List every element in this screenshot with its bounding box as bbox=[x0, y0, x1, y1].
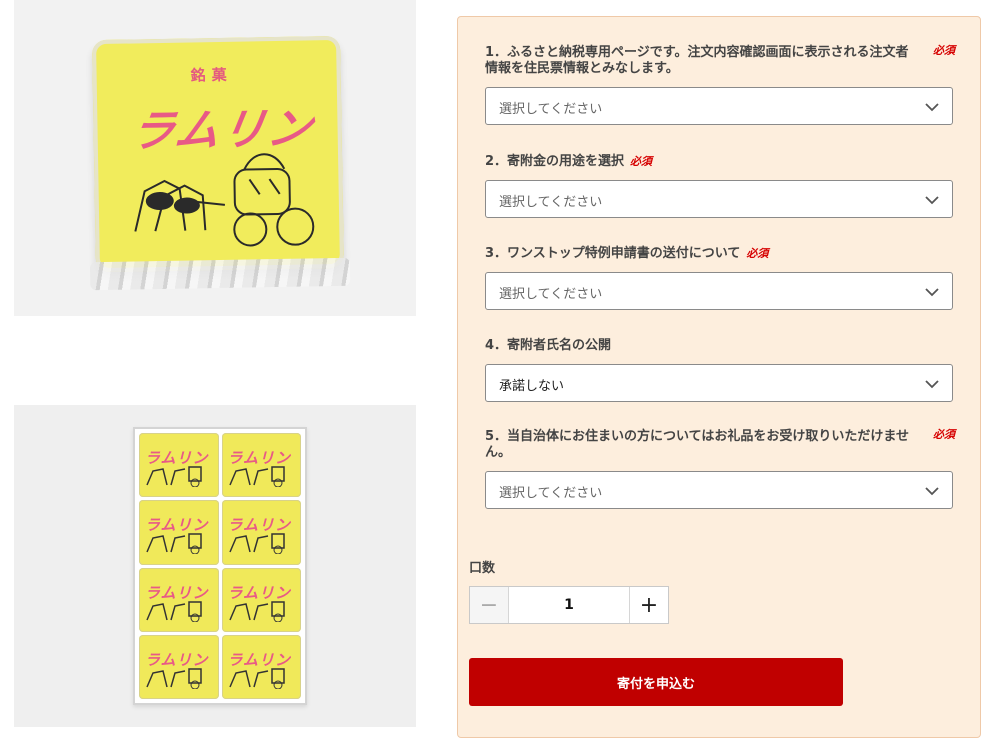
donation-form-panel: 1．ふるさと納税専用ページです。注文内容確認画面に表示される注文者情報を住民票情… bbox=[457, 16, 981, 738]
minus-icon: − bbox=[479, 592, 499, 618]
question-2-text: 2．寄附金の用途を選択 bbox=[485, 154, 625, 169]
question-3-value: 選択してください bbox=[499, 287, 603, 302]
question-4-select[interactable]: 承諾しない bbox=[485, 364, 953, 402]
mini-carriage-icon bbox=[146, 668, 202, 689]
question-5-text: 5．当自治体にお住まいの方についてはお礼品をお受け取りいただけません。 bbox=[485, 429, 910, 460]
gift-box-grid: ラムリン ラムリン ラムリン ラムリン ラムリン ラムリン ラムリン ラムリン bbox=[139, 433, 301, 699]
question-5-value: 選択してください bbox=[499, 486, 603, 501]
mini-package: ラムリン bbox=[221, 634, 301, 699]
package-wrapper bbox=[89, 257, 351, 291]
mini-carriage-icon bbox=[228, 600, 285, 622]
mini-package: ラムリン bbox=[221, 433, 301, 498]
question-1-select[interactable]: 選択してください bbox=[485, 87, 953, 125]
question-1-value: 選択してください bbox=[499, 102, 603, 117]
question-1-title: 1．ふるさと納税専用ページです。注文内容確認画面に表示される注文者情報を住民票情… bbox=[485, 44, 955, 77]
question-3: 3．ワンストップ特例申請書の送付について 必須 選択してください bbox=[485, 246, 955, 310]
mini-carriage-icon bbox=[146, 466, 202, 487]
required-badge: 必須 bbox=[933, 44, 955, 57]
mini-carriage-icon bbox=[228, 466, 285, 487]
question-5-select[interactable]: 選択してください bbox=[485, 471, 953, 509]
gift-box: ラムリン ラムリン ラムリン ラムリン ラムリン ラムリン ラムリン ラムリン bbox=[133, 427, 307, 705]
question-3-text: 3．ワンストップ特例申請書の送付について bbox=[485, 246, 741, 261]
question-2-value: 選択してください bbox=[499, 195, 603, 210]
chevron-down-icon bbox=[925, 196, 939, 205]
question-2-select[interactable]: 選択してください bbox=[485, 180, 953, 218]
mini-package: ラムリン bbox=[221, 567, 301, 632]
mini-package: ラムリン bbox=[139, 433, 219, 498]
quantity-input[interactable]: 1 bbox=[509, 587, 629, 623]
quantity-label: 口数 bbox=[469, 561, 496, 576]
chevron-down-icon bbox=[925, 288, 939, 297]
question-4: 4．寄附者氏名の公開 承諾しない bbox=[485, 338, 955, 402]
mini-carriage-icon bbox=[228, 668, 285, 689]
required-badge: 必須 bbox=[746, 247, 769, 260]
quantity-increase-button[interactable]: + bbox=[629, 587, 668, 623]
chevron-down-icon bbox=[925, 380, 939, 389]
product-photo-box: ラムリン ラムリン ラムリン ラムリン ラムリン ラムリン ラムリン ラムリン bbox=[14, 405, 416, 727]
mini-package: ラムリン bbox=[139, 500, 219, 565]
mini-carriage-icon bbox=[146, 533, 202, 555]
quantity-stepper: − 1 + bbox=[469, 586, 669, 624]
mini-package: ラムリン bbox=[221, 500, 301, 565]
question-3-select[interactable]: 選択してください bbox=[485, 272, 953, 310]
mini-package: ラムリン bbox=[139, 567, 219, 632]
quantity-decrease-button[interactable]: − bbox=[470, 587, 509, 623]
question-2: 2．寄附金の用途を選択 必須 選択してください bbox=[485, 154, 955, 218]
question-1: 1．ふるさと納税専用ページです。注文内容確認画面に表示される注文者情報を住民票情… bbox=[485, 44, 955, 125]
horse-carriage-illustration bbox=[134, 153, 315, 247]
question-5-title: 5．当自治体にお住まいの方についてはお礼品をお受け取りいただけません。 必須 bbox=[485, 428, 955, 461]
required-badge: 必須 bbox=[933, 428, 955, 441]
question-4-value: 承諾しない bbox=[499, 379, 565, 394]
question-1-text: 1．ふるさと納税専用ページです。注文内容確認画面に表示される注文者情報を住民票情… bbox=[485, 45, 909, 76]
chevron-down-icon bbox=[925, 103, 939, 112]
question-2-title: 2．寄附金の用途を選択 必須 bbox=[485, 154, 955, 170]
chevron-down-icon bbox=[925, 487, 939, 496]
product-package: 銘菓 ラムリン bbox=[89, 35, 351, 291]
submit-donation-button[interactable]: 寄付を申込む bbox=[469, 658, 843, 706]
mini-carriage-icon bbox=[146, 600, 202, 622]
question-5: 5．当自治体にお住まいの方についてはお礼品をお受け取りいただけません。 必須 選… bbox=[485, 428, 955, 509]
product-photo-single: 銘菓 ラムリン bbox=[14, 0, 416, 316]
package-label-small: 銘菓 bbox=[190, 65, 233, 85]
question-4-text: 4．寄附者氏名の公開 bbox=[485, 338, 612, 353]
mini-package: ラムリン bbox=[139, 634, 219, 699]
question-4-title: 4．寄附者氏名の公開 bbox=[485, 338, 955, 354]
required-badge: 必須 bbox=[630, 155, 653, 168]
plus-icon: + bbox=[639, 592, 659, 618]
mini-carriage-icon bbox=[228, 533, 285, 555]
question-3-title: 3．ワンストップ特例申請書の送付について 必須 bbox=[485, 246, 955, 262]
